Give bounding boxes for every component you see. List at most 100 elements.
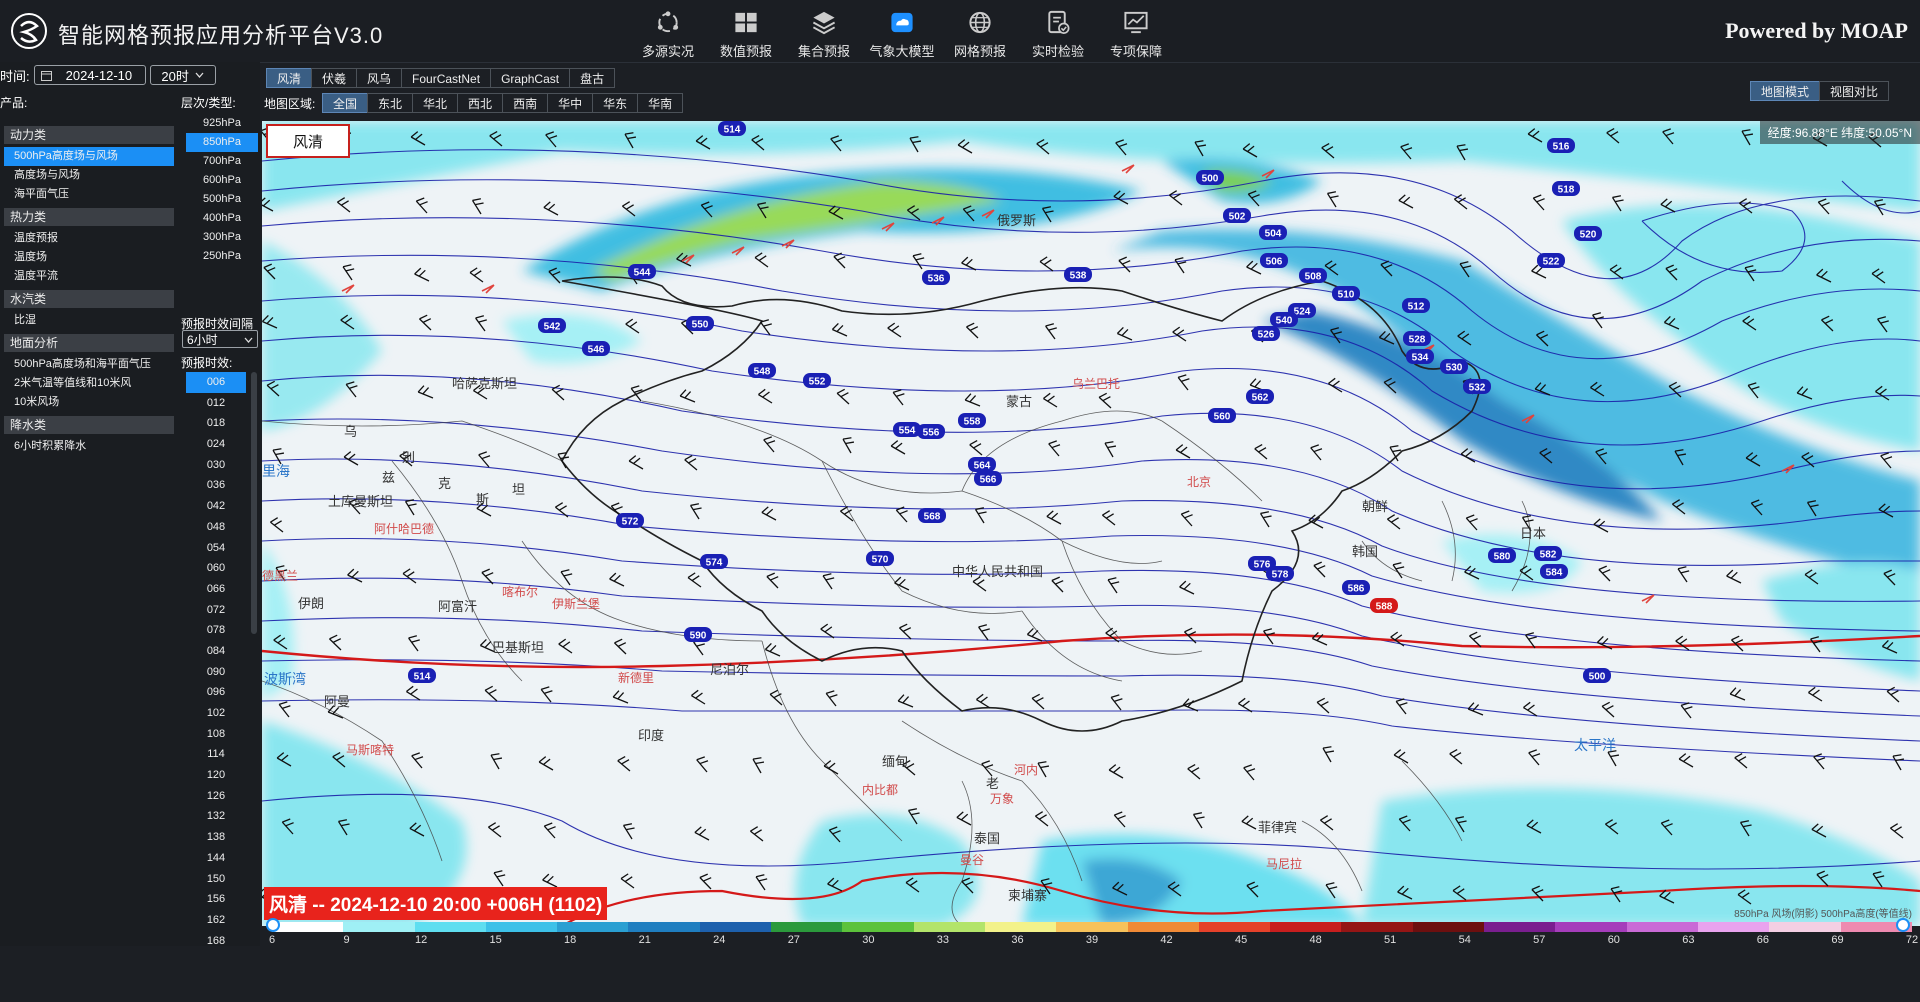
map-mode-button[interactable]: 地图模式 [1749, 81, 1820, 101]
lead-time-item[interactable]: 156 [182, 889, 250, 910]
tab-pangu[interactable]: 盘古 [569, 68, 616, 88]
weather-map[interactable]: 514 500 502 504 506 508 510 512 516 518 520 522 524 5… [262, 121, 1920, 926]
lead-time-item[interactable]: 084 [182, 641, 250, 662]
region-south[interactable]: 华南 [637, 93, 684, 113]
color-bar-tick: 18 [564, 934, 577, 946]
level-item[interactable]: 600hPa [186, 171, 258, 190]
lead-time-item[interactable]: 168 [182, 931, 250, 952]
region-north[interactable]: 华北 [412, 93, 459, 113]
lead-time-item[interactable]: 030 [182, 455, 250, 476]
category-thermal[interactable]: 热力类 [4, 208, 174, 226]
lead-time-item[interactable]: 036 [182, 475, 250, 496]
product-item[interactable]: 比湿 [4, 311, 174, 330]
lead-time-item[interactable]: 138 [182, 827, 250, 848]
category-dynamic[interactable]: 动力类 [4, 126, 174, 144]
product-item[interactable]: 2米气温等值线和10米风 [4, 374, 174, 393]
lead-time-item[interactable]: 078 [182, 620, 250, 641]
lead-time-item[interactable]: 048 [182, 517, 250, 538]
lead-time-item[interactable]: 150 [182, 869, 250, 890]
lead-time-item[interactable]: 024 [182, 434, 250, 455]
lead-time-item[interactable]: 006 [186, 372, 246, 393]
region-northeast[interactable]: 东北 [367, 93, 414, 113]
nav-numerical[interactable]: 数值预报 [708, 6, 784, 60]
product-item[interactable]: 海平面气压 [4, 185, 174, 204]
nav-multi-source[interactable]: 多源实况 [630, 6, 706, 60]
nav-grid-forecast[interactable]: 网格预报 [942, 6, 1018, 60]
lead-time-item[interactable]: 096 [182, 682, 250, 703]
region-southwest[interactable]: 西南 [502, 93, 549, 113]
wind-barb [820, 623, 835, 639]
wind-barb [1316, 697, 1330, 714]
lead-time-item[interactable]: 018 [182, 413, 250, 434]
lead-time-item[interactable]: 114 [182, 744, 250, 765]
category-surface[interactable]: 地面分析 [4, 334, 174, 352]
lead-time-item[interactable]: 120 [182, 765, 250, 786]
tab-fuxi[interactable]: 伏羲 [311, 68, 358, 88]
wind-barb [1108, 764, 1124, 779]
product-item[interactable]: 温度场 [4, 248, 174, 267]
level-item[interactable]: 400hPa [186, 209, 258, 228]
lead-time-item[interactable]: 012 [182, 393, 250, 414]
lead-time-item[interactable]: 144 [182, 848, 250, 869]
contour-label: 568 [918, 508, 946, 523]
lead-time-item[interactable]: 102 [182, 703, 250, 724]
product-item[interactable]: 温度平流 [4, 267, 174, 286]
region-all[interactable]: 全国 [322, 93, 369, 113]
lead-time-item[interactable]: 108 [182, 724, 250, 745]
level-item[interactable]: 700hPa [186, 152, 258, 171]
product-item[interactable]: 500hPa高度场和海平面气压 [4, 355, 174, 374]
wind-barb [887, 322, 902, 338]
region-east[interactable]: 华东 [592, 93, 639, 113]
product-item[interactable]: 高度场与风场 [4, 166, 174, 185]
nav-special-support[interactable]: 专项保障 [1098, 6, 1174, 60]
wind-barb [1469, 631, 1482, 648]
region-northwest[interactable]: 西北 [457, 93, 504, 113]
place-label: 别 [402, 450, 416, 465]
range-slider-max-handle[interactable] [1896, 918, 1910, 932]
lead-time-item[interactable]: 126 [182, 786, 250, 807]
category-precip[interactable]: 降水类 [4, 416, 174, 434]
wind-barb [1048, 440, 1061, 457]
lead-time-item[interactable]: 054 [182, 538, 250, 559]
nav-realtime-check[interactable]: 实时检验 [1020, 6, 1096, 60]
view-compare-button[interactable]: 视图对比 [1818, 81, 1889, 101]
product-item[interactable]: 10米风场 [4, 393, 174, 412]
lead-time-item[interactable]: 066 [182, 579, 250, 600]
wind-barb [609, 572, 625, 587]
product-item[interactable]: 温度预报 [4, 229, 174, 248]
model-badge: 风清 [266, 124, 350, 158]
lead-time-item[interactable]: 042 [182, 496, 250, 517]
category-moisture[interactable]: 水汽类 [4, 290, 174, 308]
tab-fengwu[interactable]: 风乌 [356, 68, 403, 88]
level-item[interactable]: 925hPa [186, 114, 258, 133]
contour-label: 518 [1552, 181, 1580, 196]
level-item[interactable]: 500hPa [186, 190, 258, 209]
region-central[interactable]: 华中 [547, 93, 594, 113]
nav-label: 多源实况 [641, 44, 694, 59]
lead-list-scrollbar[interactable] [251, 372, 257, 634]
range-slider-min-handle[interactable] [266, 918, 280, 932]
lead-time-item[interactable]: 132 [182, 806, 250, 827]
tab-fourcastnet[interactable]: FourCastNet [401, 68, 492, 88]
lead-time-item[interactable]: 072 [182, 600, 250, 621]
lead-time-item[interactable]: 060 [182, 558, 250, 579]
level-item[interactable]: 250hPa [186, 247, 258, 266]
tab-fengqing[interactable]: 风清 [266, 68, 313, 88]
place-label: 印度 [638, 728, 665, 743]
interval-select[interactable]: 6小时 [182, 330, 258, 348]
level-item[interactable]: 850hPa [186, 133, 258, 152]
product-item[interactable]: 6小时积累降水 [4, 437, 174, 456]
product-item[interactable]: 500hPa高度场与风场 [4, 147, 174, 166]
wind-barb [542, 873, 558, 888]
color-bar-segment [1484, 922, 1556, 932]
nav-ai-model[interactable]: 气象大模型 [864, 6, 940, 60]
lead-time-item[interactable]: 162 [182, 910, 250, 931]
date-picker[interactable]: 2024-12-10 [33, 65, 146, 85]
hour-select[interactable]: 20时 [149, 65, 216, 85]
nav-ensemble[interactable]: 集合预报 [786, 6, 862, 60]
map-canvas[interactable]: 5145005025045065085105125165185205225245… [262, 121, 1920, 926]
level-item[interactable]: 300hPa [186, 228, 258, 247]
color-bar-segment [984, 922, 1057, 932]
tab-graphcast[interactable]: GraphCast [490, 68, 571, 88]
lead-time-item[interactable]: 090 [182, 662, 250, 683]
